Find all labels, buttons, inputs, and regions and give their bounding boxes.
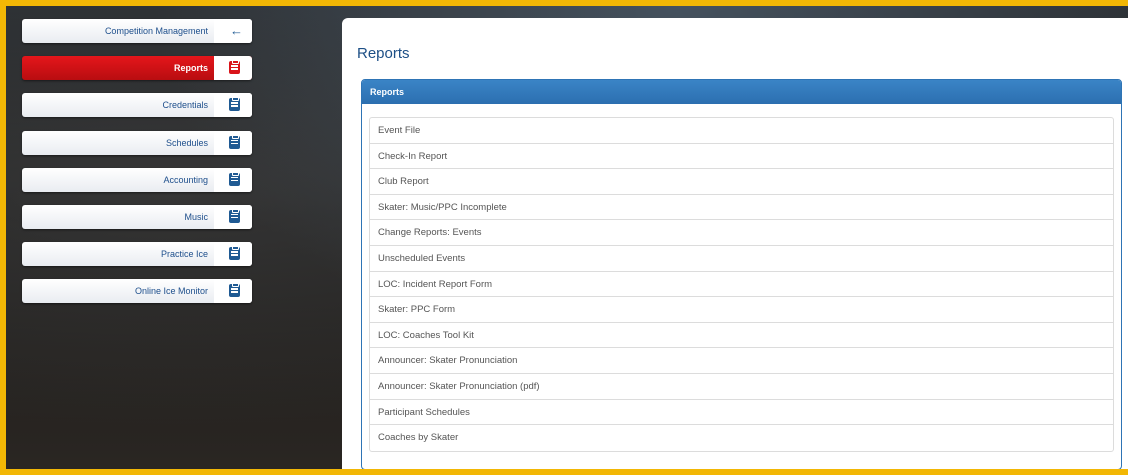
- clipboard-icon: [229, 60, 240, 75]
- reports-panel: Reports Event File Check-In Report Club …: [361, 79, 1122, 469]
- sidebar-item-music[interactable]: Music: [22, 204, 252, 229]
- report-item-club-report[interactable]: Club Report: [370, 169, 1113, 195]
- report-item-skater-ppc-form[interactable]: Skater: PPC Form: [370, 297, 1113, 323]
- sidebar-item-label: Reports: [173, 63, 208, 74]
- sidebar-item-accounting[interactable]: Accounting: [22, 167, 252, 192]
- report-item-coaches-by-skater[interactable]: Coaches by Skater: [370, 425, 1113, 451]
- main-content: Reports Reports Event File Check-In Repo…: [342, 18, 1128, 469]
- sidebar-item-online-ice-monitor[interactable]: Online Ice Monitor: [22, 279, 252, 304]
- report-item-skater-music-ppc-incomplete[interactable]: Skater: Music/PPC Incomplete: [370, 195, 1113, 221]
- sidebar-item-competition-management[interactable]: Competition Management ←: [22, 19, 252, 43]
- report-item-check-in-report[interactable]: Check-In Report: [370, 144, 1113, 170]
- sidebar-item-label: Practice Ice: [160, 249, 208, 260]
- clipboard-icon: [229, 134, 240, 149]
- report-item-change-reports-events[interactable]: Change Reports: Events: [370, 220, 1113, 246]
- clipboard-icon: [229, 97, 240, 112]
- report-item-event-file[interactable]: Event File: [370, 118, 1113, 144]
- report-list: Event File Check-In Report Club Report S…: [369, 117, 1114, 452]
- panel-header: Reports: [362, 80, 1121, 104]
- report-item-announcer-skater-pronunciation[interactable]: Announcer: Skater Pronunciation: [370, 348, 1113, 374]
- arrow-left-icon: ←: [230, 23, 243, 38]
- sidebar-item-reports[interactable]: Reports: [22, 56, 252, 81]
- page-title: Reports: [357, 45, 410, 62]
- sidebar-item-practice-ice[interactable]: Practice Ice: [22, 242, 252, 267]
- clipboard-icon: [229, 208, 240, 223]
- sidebar-item-schedules[interactable]: Schedules: [22, 130, 252, 155]
- clipboard-icon: [229, 283, 240, 298]
- sidebar: Competition Management ← Reports Credent…: [22, 19, 252, 317]
- sidebar-item-label: Music: [184, 211, 208, 222]
- sidebar-item-label: Schedules: [165, 137, 208, 148]
- app-background: Competition Management ← Reports Credent…: [6, 6, 1128, 469]
- clipboard-icon: [229, 246, 240, 261]
- sidebar-item-label: Competition Management: [104, 26, 208, 36]
- sidebar-item-credentials[interactable]: Credentials: [22, 93, 252, 118]
- sidebar-item-label: Online Ice Monitor: [134, 286, 208, 297]
- report-item-announcer-skater-pronunciation-pdf[interactable]: Announcer: Skater Pronunciation (pdf): [370, 374, 1113, 400]
- report-item-participant-schedules[interactable]: Participant Schedules: [370, 400, 1113, 426]
- sidebar-item-label: Credentials: [162, 100, 208, 111]
- report-item-loc-incident-report-form[interactable]: LOC: Incident Report Form: [370, 272, 1113, 298]
- report-item-loc-coaches-tool-kit[interactable]: LOC: Coaches Tool Kit: [370, 323, 1113, 349]
- clipboard-icon: [229, 171, 240, 186]
- sidebar-item-label: Accounting: [163, 174, 208, 185]
- report-item-unscheduled-events[interactable]: Unscheduled Events: [370, 246, 1113, 272]
